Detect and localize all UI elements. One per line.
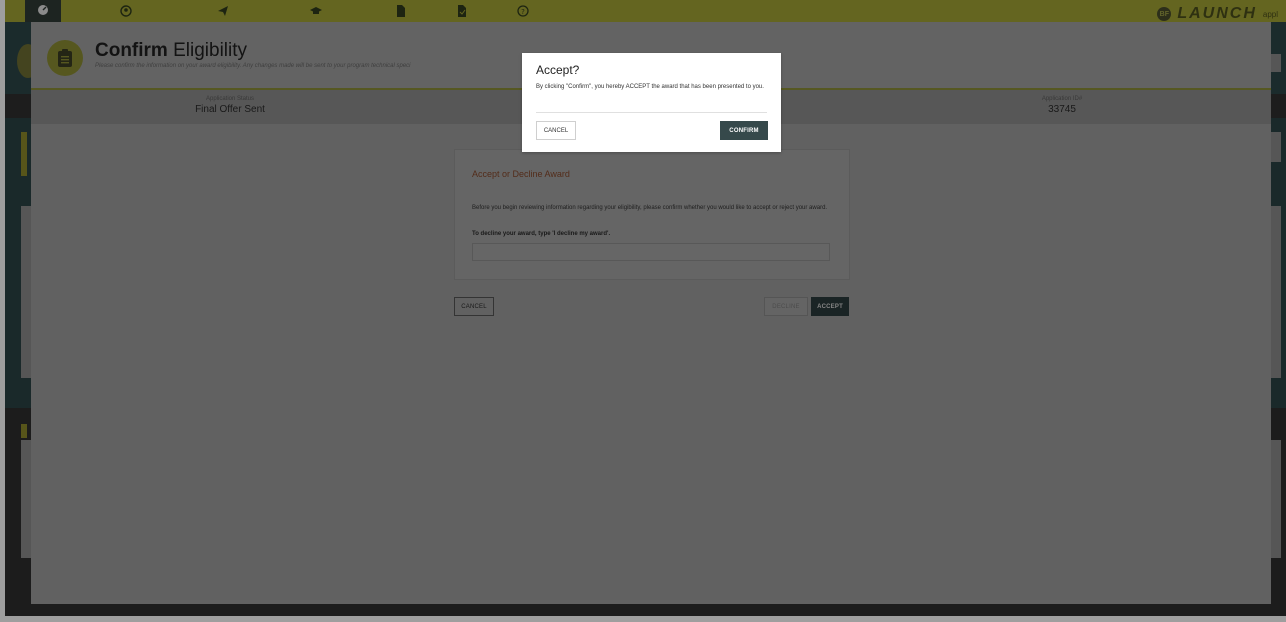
modal-title: Accept? xyxy=(536,63,580,77)
modal-divider xyxy=(536,112,767,113)
modal-cancel-button[interactable]: CANCEL xyxy=(536,121,576,140)
modal-body-text: By clicking "Confirm", you hereby ACCEPT… xyxy=(536,84,764,90)
modal-confirm-button[interactable]: CONFIRM xyxy=(720,121,768,140)
accept-confirmation-modal: Accept? By clicking "Confirm", you hereb… xyxy=(522,53,781,152)
